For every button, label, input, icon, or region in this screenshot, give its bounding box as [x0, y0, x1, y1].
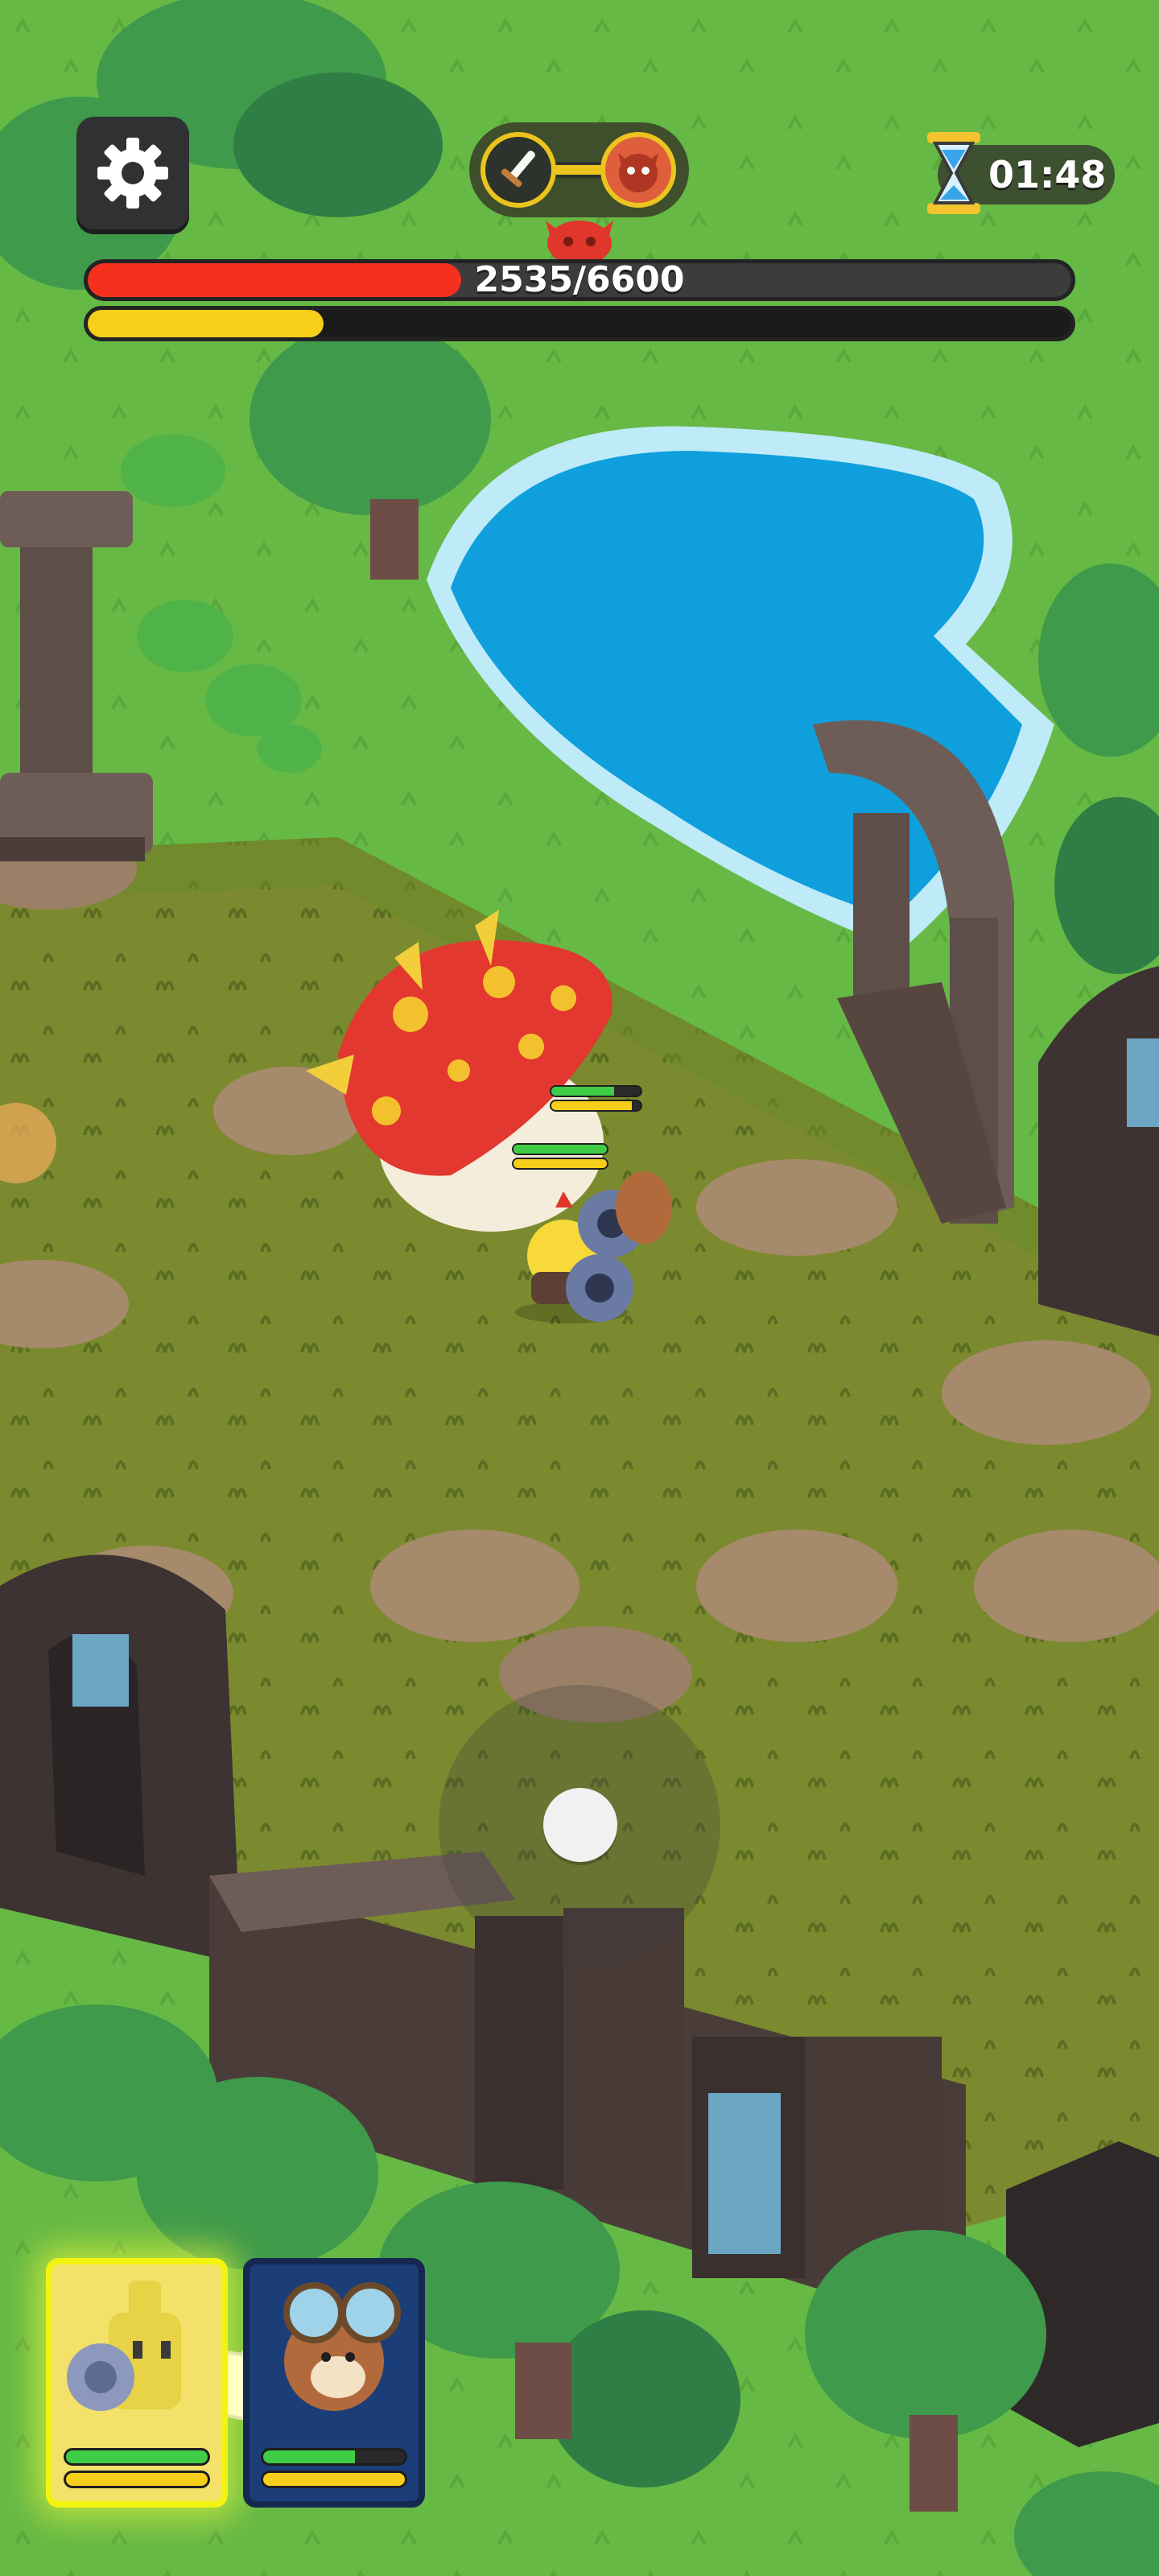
gear-icon [97, 138, 168, 208]
hero-card-squirrel-bars [261, 2443, 407, 2488]
sword-icon [481, 132, 556, 208]
boss-face-icon [600, 132, 676, 208]
boss-rage-bar [84, 306, 1075, 341]
pointing-hand-icon [129, 2318, 338, 2423]
battle-mode-indicator [469, 122, 689, 217]
hourglass-icon [927, 132, 980, 214]
mode-connector [551, 162, 608, 178]
boss-hp-text: 2535/6600 [474, 259, 685, 300]
settings-button[interactable] [76, 117, 189, 229]
mushroom-boss-status [550, 1085, 642, 1113]
boss-rage-fill [88, 310, 324, 337]
battle-map [0, 0, 1159, 2576]
hero-chick-status [512, 1143, 608, 1170]
hero-card-chick-bars [64, 2443, 210, 2488]
game-stage[interactable]: 01:48 2535/6600 [0, 0, 1159, 2576]
gate-arch-left [0, 1554, 241, 1964]
battle-timer: 01:48 [988, 153, 1107, 196]
movement-joystick[interactable] [439, 1685, 720, 1967]
joystick-knob[interactable] [543, 1788, 617, 1862]
